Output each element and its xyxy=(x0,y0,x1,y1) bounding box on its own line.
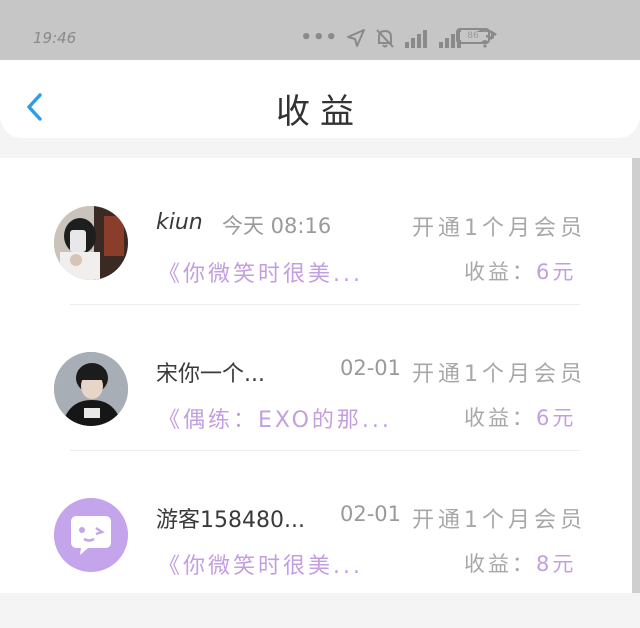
user-name: kiun xyxy=(156,210,203,235)
earnings: 收益：6元 xyxy=(464,406,577,430)
action-label: 开通1个月会员 xyxy=(412,362,586,387)
divider xyxy=(70,450,580,451)
divider xyxy=(70,304,580,305)
earnings-list: kiun 今天 08:16 开通1个月会员 《你微笑时很美... 收益：6元 宋… xyxy=(0,158,632,593)
list-item[interactable]: 游客158480... 02-01 开通1个月会员 《你微笑时很美... 收益：… xyxy=(0,482,632,628)
record-time: 02-01 xyxy=(340,502,402,526)
scrollbar[interactable] xyxy=(632,158,640,593)
guest-avatar-icon xyxy=(54,498,128,572)
status-time: 19:46 xyxy=(33,29,77,47)
page-title: 收益 xyxy=(276,92,364,132)
list-item[interactable]: kiun 今天 08:16 开通1个月会员 《你微笑时很美... 收益：6元 xyxy=(0,190,632,336)
earnings: 收益：6元 xyxy=(464,260,577,284)
book-title[interactable]: 《你微笑时很美... xyxy=(158,548,363,580)
action-label: 开通1个月会员 xyxy=(412,216,586,241)
earnings: 收益：8元 xyxy=(464,552,577,576)
status-bar: 19:46 ••• 86 xyxy=(0,0,640,60)
mute-icon xyxy=(376,29,394,48)
user-name: 游客158480... xyxy=(156,508,305,533)
avatar xyxy=(54,352,128,426)
action-label: 开通1个月会员 xyxy=(412,508,586,533)
battery-tip xyxy=(491,33,494,39)
list-item[interactable]: 宋你一个... 02-01 开通1个月会员 《偶练：EXO的那... 收益：6元 xyxy=(0,336,632,482)
user-name: 宋你一个... xyxy=(156,362,265,387)
book-title[interactable]: 《偶练：EXO的那... xyxy=(158,402,392,434)
record-time: 今天 08:16 xyxy=(222,214,332,238)
record-time: 02-01 xyxy=(340,356,402,380)
battery-icon: 86 xyxy=(456,28,490,44)
book-title[interactable]: 《你微笑时很美... xyxy=(158,256,363,288)
avatar xyxy=(54,206,128,280)
location-icon xyxy=(347,29,365,47)
dots-icon: ••• xyxy=(300,27,338,48)
signal-icon xyxy=(405,30,427,48)
